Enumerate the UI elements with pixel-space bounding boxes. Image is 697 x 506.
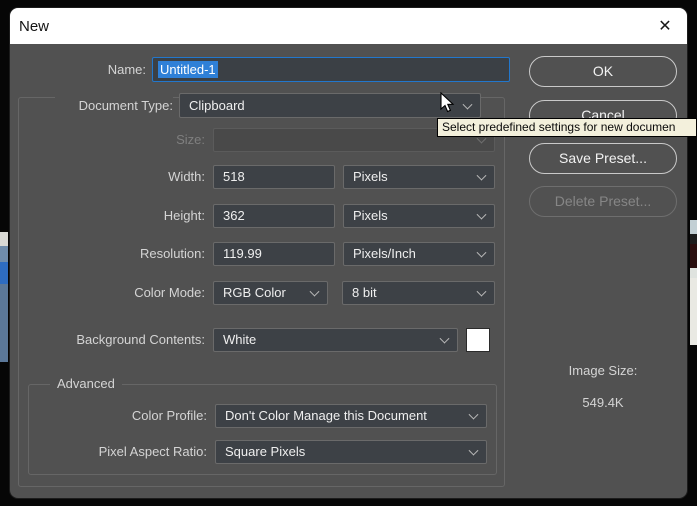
document-type-dropdown[interactable]: Clipboard: [179, 93, 481, 118]
save-preset-button[interactable]: Save Preset...: [529, 143, 677, 174]
document-type-value: Clipboard: [189, 98, 245, 113]
ok-button[interactable]: OK: [529, 56, 677, 87]
chevron-down-icon: [476, 209, 487, 220]
width-input[interactable]: 518: [213, 165, 335, 189]
new-document-dialog: New ✕ Name: Untitled-1 Document Type: Cl…: [10, 8, 687, 498]
pixel-aspect-ratio-dropdown[interactable]: Square Pixels: [215, 440, 487, 464]
delete-preset-button: Delete Preset...: [529, 186, 677, 217]
background-app-sliver-left: [0, 232, 8, 362]
color-profile-dropdown[interactable]: Don't Color Manage this Document: [215, 404, 487, 428]
width-label: Width:: [168, 169, 205, 184]
resolution-unit-dropdown[interactable]: Pixels/Inch: [343, 242, 495, 266]
background-contents-label: Background Contents:: [76, 332, 205, 347]
background-color-swatch[interactable]: [466, 328, 490, 352]
color-mode-dropdown[interactable]: RGB Color: [213, 281, 328, 305]
bit-depth-dropdown[interactable]: 8 bit: [342, 281, 495, 305]
color-mode-label: Color Mode:: [134, 285, 205, 300]
bit-depth-value: 8 bit: [352, 285, 377, 300]
name-input[interactable]: Untitled-1: [152, 57, 510, 82]
resolution-input[interactable]: 119.99: [213, 242, 335, 266]
width-value: 518: [223, 169, 245, 184]
background-contents-dropdown[interactable]: White: [213, 328, 458, 352]
pixel-aspect-ratio-label: Pixel Aspect Ratio:: [98, 444, 207, 459]
resolution-unit-value: Pixels/Inch: [353, 246, 416, 261]
color-profile-label: Color Profile:: [131, 408, 207, 423]
background-app-sliver-right: [690, 220, 697, 345]
background-contents-value: White: [223, 332, 257, 347]
chevron-down-icon: [468, 445, 479, 456]
advanced-legend: Advanced: [50, 376, 122, 392]
height-input[interactable]: 362: [213, 204, 335, 228]
chevron-down-icon: [476, 170, 487, 181]
name-input-selected-text: Untitled-1: [158, 61, 218, 78]
chevron-down-icon: [462, 99, 473, 110]
color-mode-value: RGB Color: [223, 285, 286, 300]
tooltip: Select predefined settings for new docum…: [437, 118, 697, 137]
width-unit-value: Pixels: [353, 169, 388, 184]
height-unit-dropdown[interactable]: Pixels: [343, 204, 495, 228]
chevron-down-icon: [309, 286, 320, 297]
height-unit-value: Pixels: [353, 208, 388, 223]
chevron-down-icon: [476, 247, 487, 258]
close-icon[interactable]: ✕: [649, 11, 681, 41]
image-size-value: 549.4K: [582, 395, 624, 410]
resolution-label: Resolution:: [139, 246, 205, 261]
color-profile-value: Don't Color Manage this Document: [225, 408, 427, 423]
dialog-title: New: [19, 17, 50, 35]
dialog-titlebar[interactable]: New ✕: [10, 8, 687, 44]
mouse-cursor-icon: [440, 92, 455, 113]
image-size-label: Image Size:: [568, 363, 638, 378]
chevron-down-icon: [439, 333, 450, 344]
height-value: 362: [223, 208, 245, 223]
resolution-value: 119.99: [223, 246, 262, 261]
size-label: Size:: [176, 132, 205, 147]
width-unit-dropdown[interactable]: Pixels: [343, 165, 495, 189]
screen-background: New ✕ Name: Untitled-1 Document Type: Cl…: [0, 0, 697, 506]
chevron-down-icon: [468, 409, 479, 420]
pixel-aspect-ratio-value: Square Pixels: [225, 444, 306, 459]
chevron-down-icon: [476, 286, 487, 297]
name-label: Name:: [107, 62, 146, 77]
document-type-label: Document Type:: [55, 93, 173, 118]
height-label: Height:: [163, 208, 205, 223]
